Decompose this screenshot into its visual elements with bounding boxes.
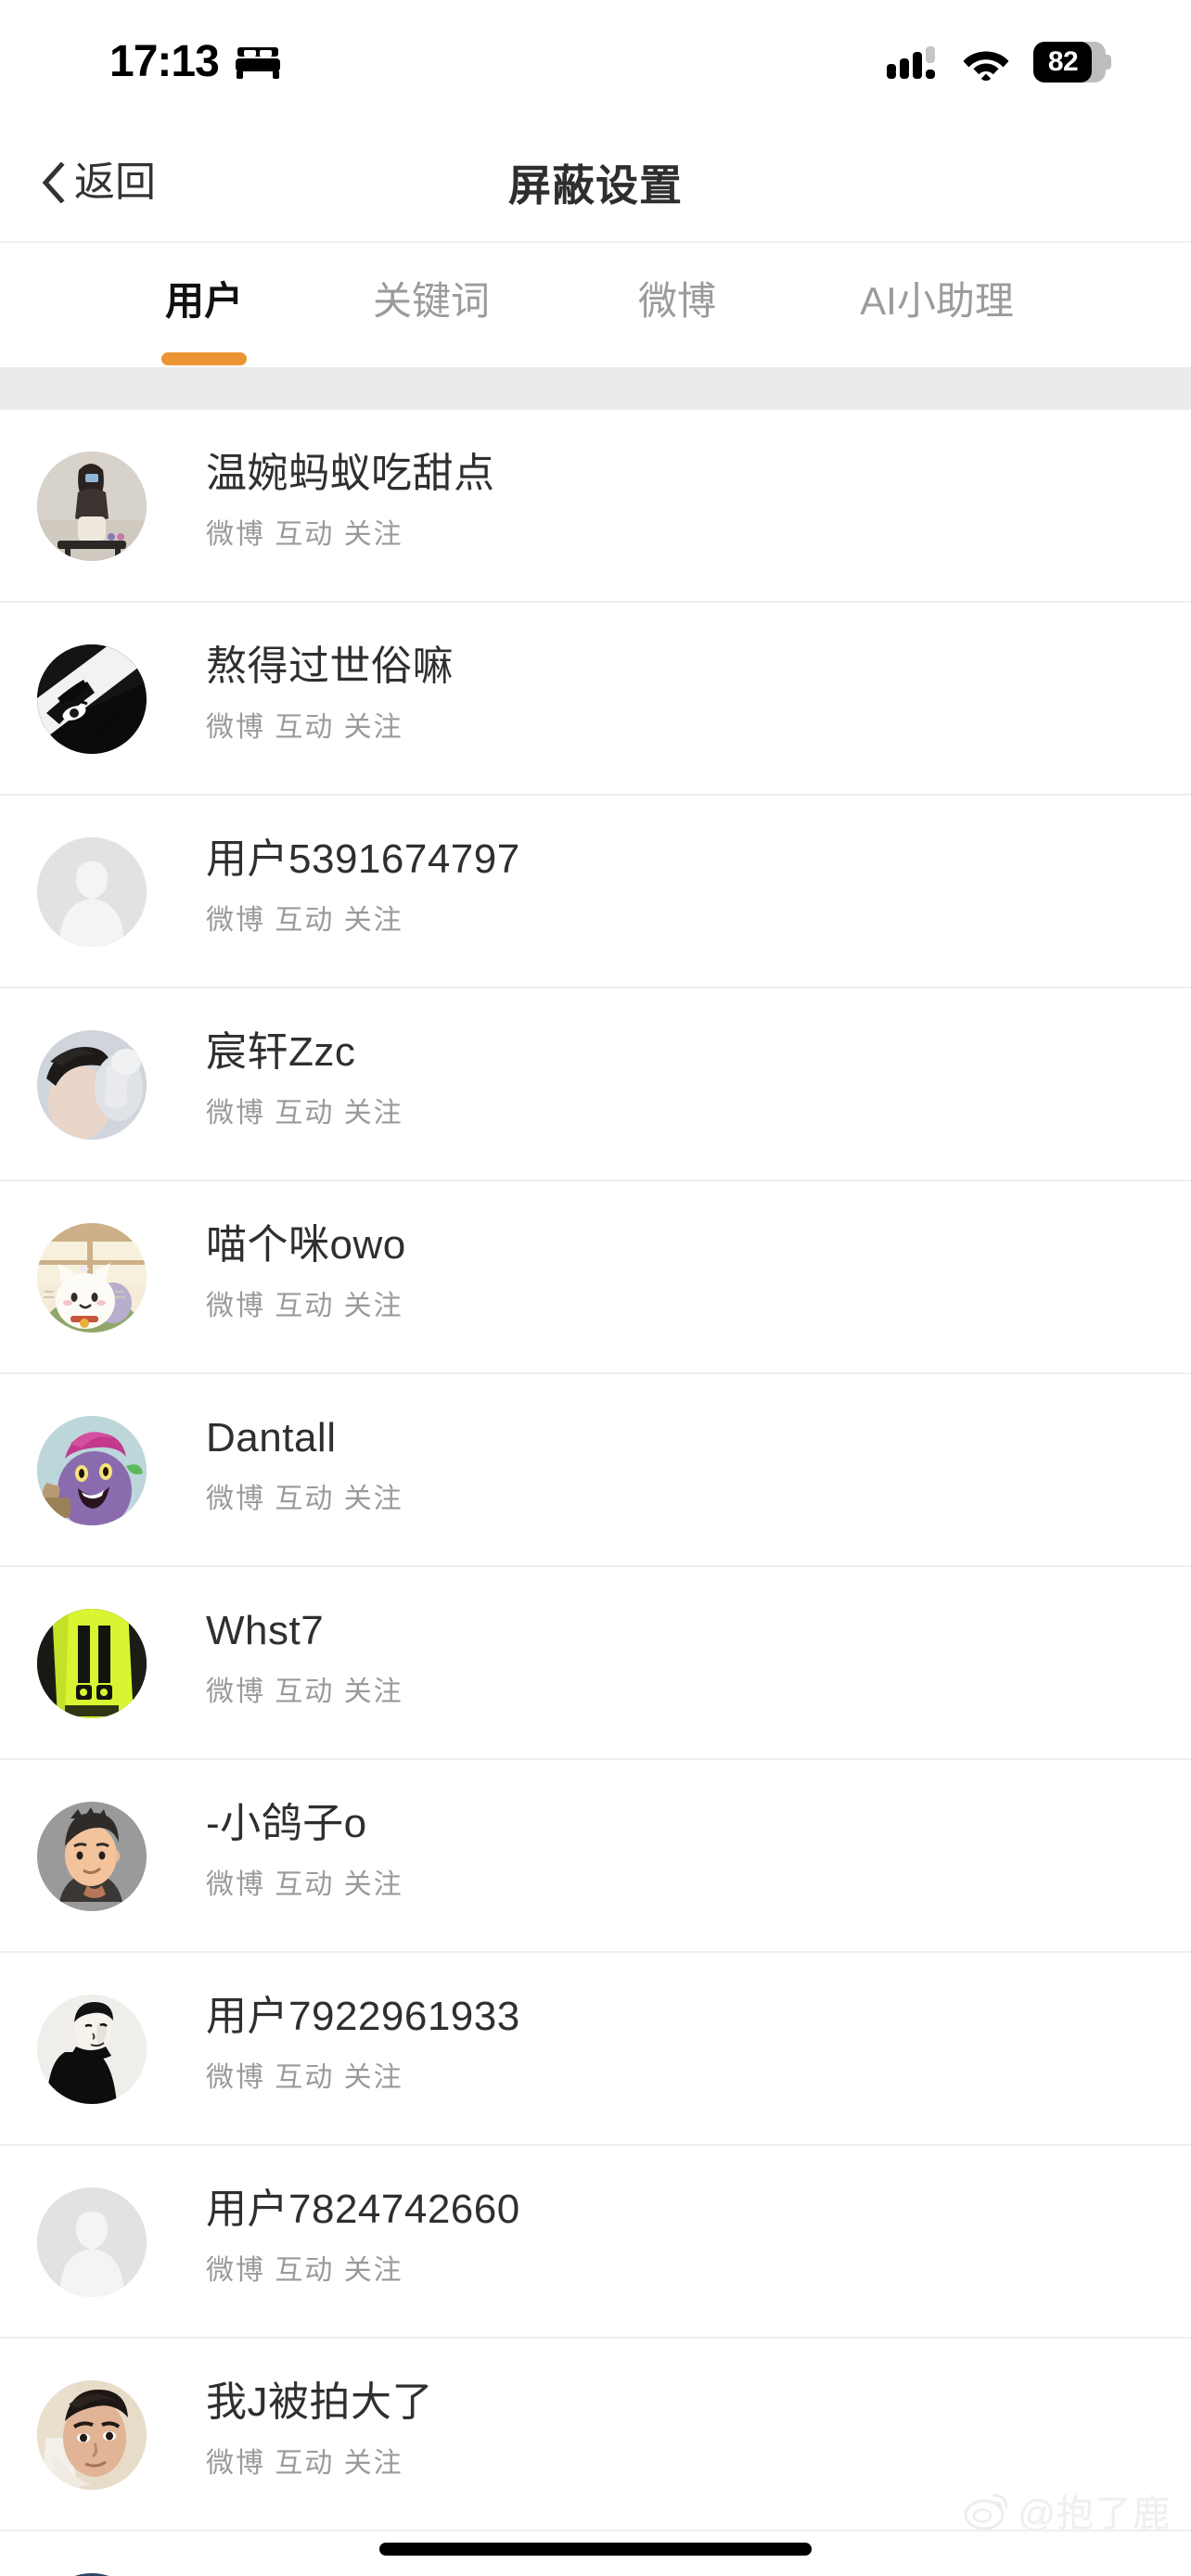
table-row[interactable]: -小鸽子o 微博 互动 关注 (0, 1760, 1191, 1953)
navigation-bar: 屏蔽设置 返回 (0, 124, 1191, 241)
user-scope-label: 微博 互动 关注 (206, 905, 403, 937)
row-text: 用户7824742660 微博 互动 关注 (206, 2187, 520, 2288)
battery-percent-label: 82 (1047, 46, 1079, 77)
tab-bar: 用户 关键词 微博 AI小助理 (0, 241, 1191, 371)
row-text: 我J被拍大了 微博 互动 关注 (206, 2379, 433, 2480)
table-row[interactable]: 用户7922961933 微博 互动 关注 (0, 1953, 1191, 2146)
page-title: 屏蔽设置 (508, 161, 683, 210)
user-scope-label: 微博 互动 关注 (206, 2448, 403, 2480)
row-text: 宸轩Zzc 微博 互动 关注 (206, 1029, 403, 1130)
status-bar: 17:13 82 (0, 0, 1191, 124)
tab-keywords[interactable]: 关键词 (343, 243, 519, 352)
user-scope-label: 微博 互动 关注 (206, 1869, 403, 1901)
user-name: Whst7 (206, 1608, 325, 1653)
avatar[interactable] (37, 1995, 147, 2104)
tab-active-underline (161, 352, 247, 365)
user-name: 我J被拍大了 (206, 2379, 433, 2425)
avatar[interactable] (37, 1609, 147, 1718)
table-row[interactable]: Whst7 微博 互动 关注 (0, 1567, 1191, 1760)
tab-users[interactable]: 用户 (121, 243, 288, 352)
blocked-users-list[interactable]: 温婉蚂蚁吃甜点 微博 互动 关注 熬得过世俗嘛 微博 互动 关注 用户53916… (0, 410, 1191, 2576)
user-name: Dantall (206, 1415, 337, 1460)
user-scope-label: 微博 互动 关注 (206, 1484, 403, 1515)
avatar[interactable] (37, 837, 147, 947)
row-text: 熬得过世俗嘛 微博 互动 关注 (206, 644, 454, 745)
user-name: 喵个咪owo (206, 1222, 406, 1268)
wifi-icon (961, 44, 1011, 81)
row-text: 温婉蚂蚁吃甜点 微博 互动 关注 (206, 451, 495, 552)
user-scope-label: 微博 互动 关注 (206, 712, 403, 744)
avatar[interactable] (37, 2187, 147, 2297)
status-bar-left: 17:13 (109, 40, 282, 84)
user-scope-label: 微博 互动 关注 (206, 1677, 403, 1708)
avatar[interactable] (37, 1416, 147, 1525)
avatar[interactable] (37, 1223, 147, 1333)
user-name: 用户5391674797 (206, 836, 520, 882)
phone-screen: 17:13 82 屏蔽设置 返回 用户 关键词 微博 AI小助理 温婉蚂蚁吃甜点… (0, 0, 1191, 2576)
user-name: 熬得过世俗嘛 (206, 644, 454, 689)
avatar[interactable] (37, 2380, 147, 2490)
table-row[interactable]: 用户7824742660 微博 互动 关注 (0, 2146, 1191, 2339)
row-text: Dantall 微博 互动 关注 (206, 1415, 403, 1516)
table-row[interactable]: 温婉蚂蚁吃甜点 微博 互动 关注 (0, 410, 1191, 603)
back-button-label: 返回 (74, 159, 156, 205)
table-row[interactable]: Dantall 微博 互动 关注 (0, 1374, 1191, 1567)
user-name: 宸轩Zzc (206, 1029, 356, 1075)
row-text: 用户5391674797 微博 互动 关注 (206, 836, 520, 937)
user-scope-label: 微博 互动 关注 (206, 1098, 403, 1129)
battery-tip (1105, 55, 1111, 70)
home-indicator-bar[interactable] (379, 2543, 812, 2556)
section-separator-band (0, 367, 1191, 410)
row-text: -小鸽子o 微博 互动 关注 (206, 1801, 403, 1902)
table-row[interactable]: 喵个咪owo 微博 互动 关注 (0, 1181, 1191, 1374)
tab-weibo[interactable]: 微博 (603, 243, 751, 352)
chevron-left-icon (41, 162, 65, 203)
avatar[interactable] (37, 1030, 147, 1140)
status-bar-right: 82 (885, 42, 1111, 83)
row-text: Whst7 微博 互动 关注 (206, 1608, 403, 1709)
tab-ai-assistant[interactable]: AI小助理 (807, 243, 1067, 352)
avatar[interactable] (37, 1802, 147, 1911)
bed-icon (234, 44, 282, 81)
user-scope-label: 微博 互动 关注 (206, 2062, 403, 2094)
user-scope-label: 微博 互动 关注 (206, 519, 403, 551)
table-row[interactable]: 熬得过世俗嘛 微博 互动 关注 (0, 603, 1191, 796)
user-name: 温婉蚂蚁吃甜点 (206, 451, 495, 496)
battery-icon: 82 (1033, 42, 1111, 83)
avatar[interactable] (37, 644, 147, 754)
table-row[interactable]: 宸轩Zzc 微博 互动 关注 (0, 988, 1191, 1181)
table-row[interactable]: 我J被拍大了 微博 互动 关注 (0, 2339, 1191, 2531)
cellular-signal-icon (885, 44, 939, 81)
table-row[interactable]: 用户5391674797 微博 互动 关注 (0, 796, 1191, 988)
row-text: 用户7922961933 微博 互动 关注 (206, 1994, 520, 2095)
avatar[interactable] (37, 452, 147, 561)
user-scope-label: 微博 互动 关注 (206, 2255, 403, 2287)
row-text: 喵个咪owo 微博 互动 关注 (206, 1222, 406, 1323)
user-scope-label: 微博 互动 关注 (206, 1291, 403, 1322)
user-name: 用户7922961933 (206, 1994, 520, 2039)
user-name: -小鸽子o (206, 1801, 367, 1846)
status-bar-clock: 17:13 (109, 37, 220, 86)
user-name: 用户7824742660 (206, 2187, 520, 2232)
back-button[interactable]: 返回 (28, 124, 169, 241)
